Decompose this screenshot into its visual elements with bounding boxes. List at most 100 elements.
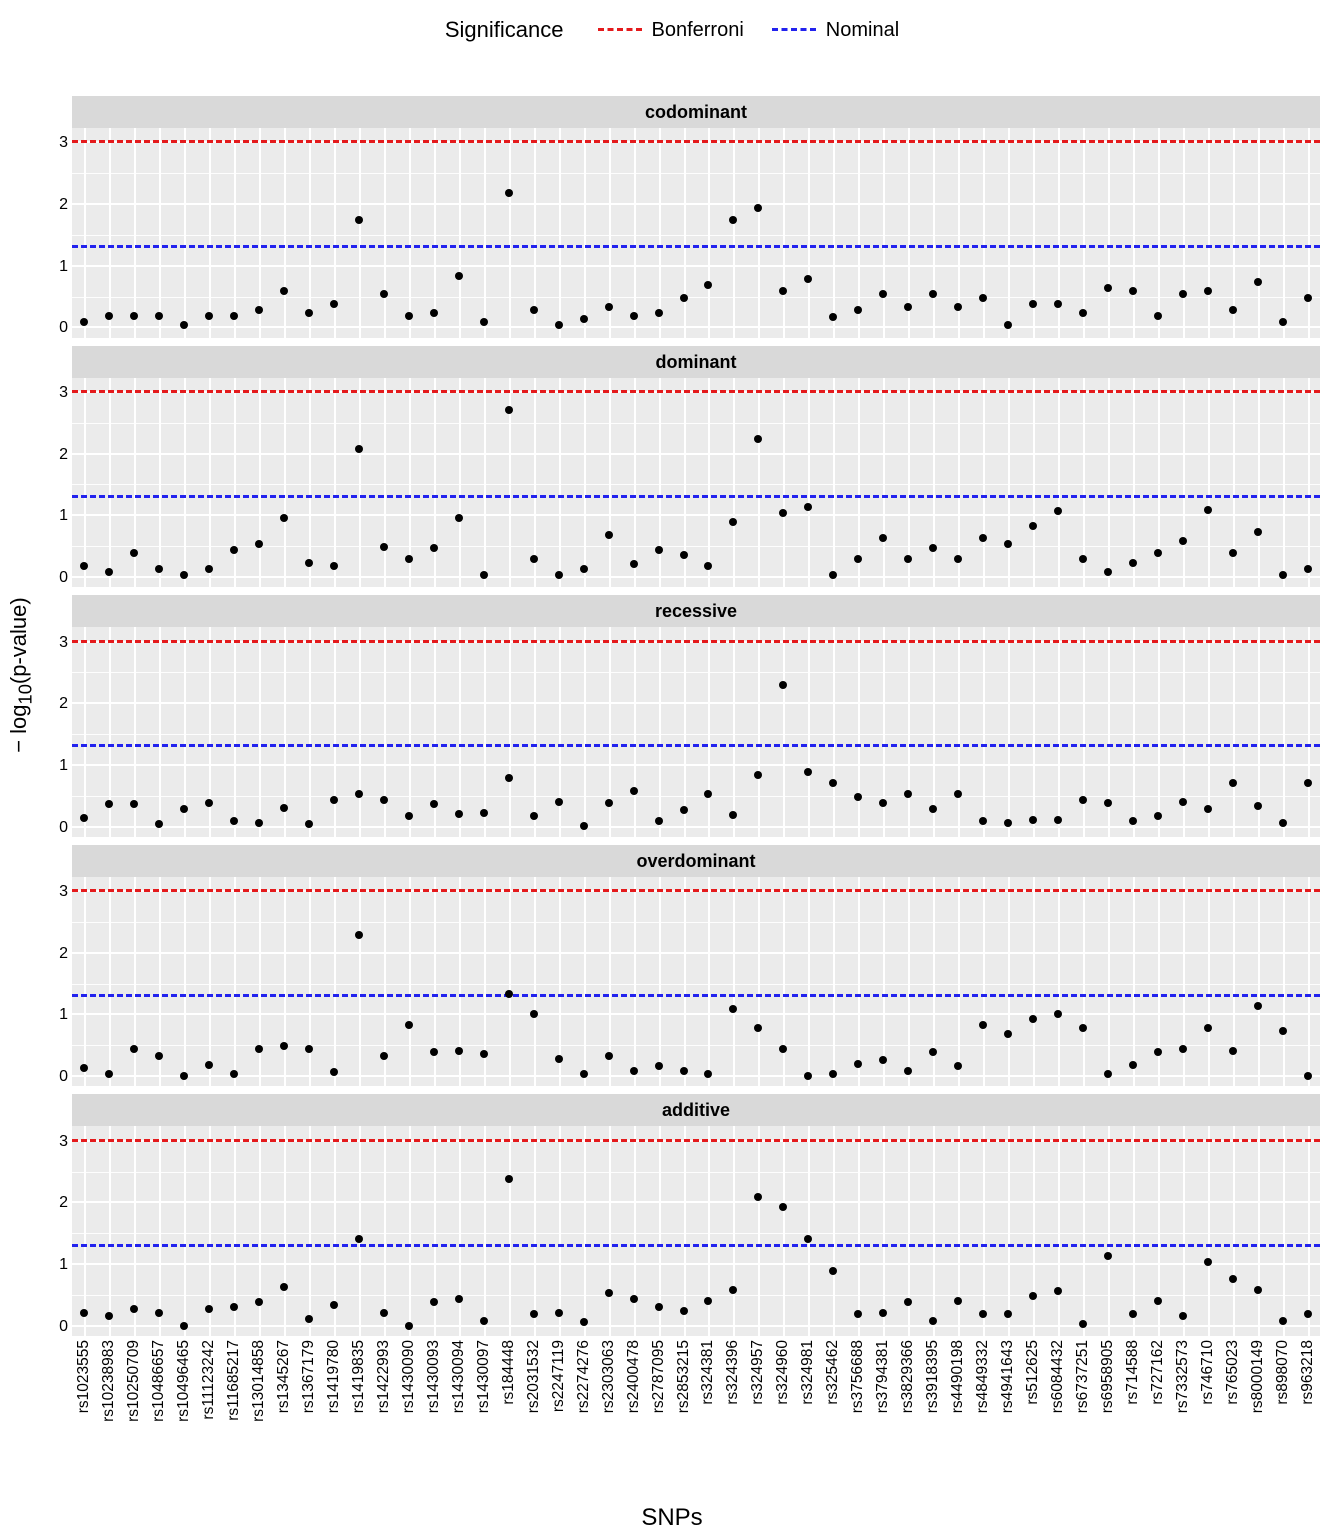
data-point [630,1295,638,1303]
x-tick-label: rs324381 [699,1340,717,1405]
data-point [729,811,737,819]
data-point [355,445,363,453]
data-point [530,306,538,314]
data-point [1279,819,1287,827]
data-point [829,1267,837,1275]
sig-line-nominal [72,994,1320,997]
data-point [605,303,613,311]
y-tick-label: 2 [24,1194,68,1212]
data-point [430,800,438,808]
data-point [1054,507,1062,515]
x-tick-label: rs7332573 [1174,1340,1192,1413]
data-point [929,544,937,552]
x-tick-label: rs4941643 [999,1340,1017,1413]
data-point [754,771,762,779]
data-point [605,531,613,539]
data-point [330,300,338,308]
panel-title-dominant: dominant [72,346,1320,378]
data-point [1129,559,1137,567]
data-point [180,1322,188,1330]
data-point [505,189,513,197]
data-point [405,812,413,820]
data-point [480,571,488,579]
y-tick-label: 1 [24,258,68,276]
data-point [630,560,638,568]
data-point [1229,1047,1237,1055]
data-point [1304,294,1312,302]
y-tick-label: 1 [24,1006,68,1024]
data-point [1304,1310,1312,1318]
plot-area-overdominant: 0123 [72,877,1320,1087]
plot-area-recessive: 0123 [72,627,1320,837]
data-point [480,809,488,817]
data-point [530,555,538,563]
data-point [1254,802,1262,810]
x-tick-label: rs11123242 [200,1340,218,1420]
data-point [555,321,563,329]
data-point [105,800,113,808]
x-tick-label: rs6737251 [1074,1340,1092,1413]
x-tick-label: rs324960 [774,1340,792,1405]
data-point [1179,290,1187,298]
x-tick-label: rs512625 [1024,1340,1042,1405]
x-tick-label: rs1345267 [275,1340,293,1413]
data-point [305,820,313,828]
panel-title-recessive: recessive [72,595,1320,627]
data-point [605,1052,613,1060]
x-tick-label: rs727162 [1149,1340,1167,1405]
data-point [1254,1286,1262,1294]
data-point [1154,812,1162,820]
data-point [704,562,712,570]
data-point [680,1067,688,1075]
x-tick-label: rs11685217 [225,1340,243,1421]
data-point [979,294,987,302]
legend-label-bonferroni: Bonferroni [652,19,744,42]
data-point [829,779,837,787]
data-point [1204,805,1212,813]
data-point [180,1072,188,1080]
data-point [754,204,762,212]
data-point [804,1235,812,1243]
data-point [155,565,163,573]
sig-line-bonferroni [72,640,1320,643]
data-point [455,514,463,522]
y-tick-label: 0 [24,319,68,337]
data-point [979,1021,987,1029]
y-tick-label: 2 [24,446,68,464]
data-point [280,1283,288,1291]
x-axis-ticks: rs1023555rs10238983rs10250709rs10486657r… [72,1340,1320,1498]
data-point [655,817,663,825]
data-point [255,540,263,548]
x-tick-label: rs1419780 [325,1340,343,1413]
data-point [1279,1027,1287,1035]
data-point [205,799,213,807]
data-point [1129,817,1137,825]
data-point [1229,779,1237,787]
data-point [280,804,288,812]
data-point [555,1055,563,1063]
data-point [904,303,912,311]
data-point [630,312,638,320]
data-point [355,931,363,939]
data-point [530,812,538,820]
data-point [480,318,488,326]
data-point [355,790,363,798]
data-point [230,1070,238,1078]
data-point [580,565,588,573]
data-point [305,309,313,317]
data-point [130,1045,138,1053]
panel-title-overdominant: overdominant [72,845,1320,877]
data-point [505,990,513,998]
x-tick-label: rs1430097 [475,1340,493,1413]
x-tick-label: rs4490198 [949,1340,967,1413]
data-point [455,1295,463,1303]
x-tick-label: rs10486657 [150,1340,168,1422]
x-tick-label: rs6958905 [1099,1340,1117,1413]
data-point [879,534,887,542]
data-point [904,1298,912,1306]
data-point [1004,321,1012,329]
x-tick-label: rs3794381 [874,1340,892,1413]
data-point [305,1045,313,1053]
data-point [1054,300,1062,308]
data-point [1029,300,1037,308]
